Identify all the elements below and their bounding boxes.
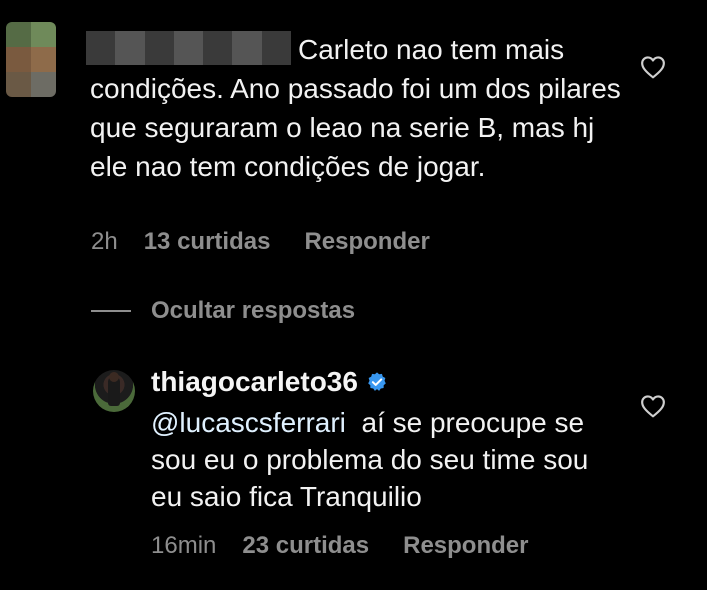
reply-button[interactable]: Responder [403, 532, 528, 560]
reply-username[interactable]: thiagocarleto36 [151, 366, 358, 398]
comment-likes-count[interactable]: 13 curtidas [144, 228, 271, 256]
comment-text-body: condições. Ano passado foi um dos pilare… [90, 73, 621, 182]
like-heart-icon[interactable] [640, 55, 666, 79]
divider-line [91, 310, 131, 312]
blurred-avatar[interactable] [6, 22, 56, 97]
reply-username-row: thiagocarleto36 [151, 366, 388, 398]
verified-badge-icon [368, 372, 386, 391]
like-heart-icon[interactable] [640, 394, 666, 418]
hide-replies-label[interactable]: Ocultar respostas [151, 297, 355, 325]
reply-likes-count[interactable]: 23 curtidas [242, 532, 369, 560]
reply-meta: 16min 23 curtidas Responder [151, 532, 528, 560]
reply-text: @lucascsferrari aí se preocupe se sou eu… [151, 404, 621, 515]
comment-text: Carleto nao tem mais condições. Ano pass… [90, 30, 630, 186]
reply-button[interactable]: Responder [304, 228, 429, 256]
comment-text-line1: Carleto nao tem mais [298, 34, 565, 65]
comment-meta: 2h 13 curtidas Responder [91, 228, 430, 256]
comment-time: 2h [91, 228, 118, 255]
hide-replies-toggle[interactable]: Ocultar respostas [91, 297, 355, 325]
mention-link[interactable]: @lucascsferrari [151, 407, 346, 438]
reply-time: 16min [151, 532, 217, 559]
avatar[interactable] [93, 370, 135, 412]
